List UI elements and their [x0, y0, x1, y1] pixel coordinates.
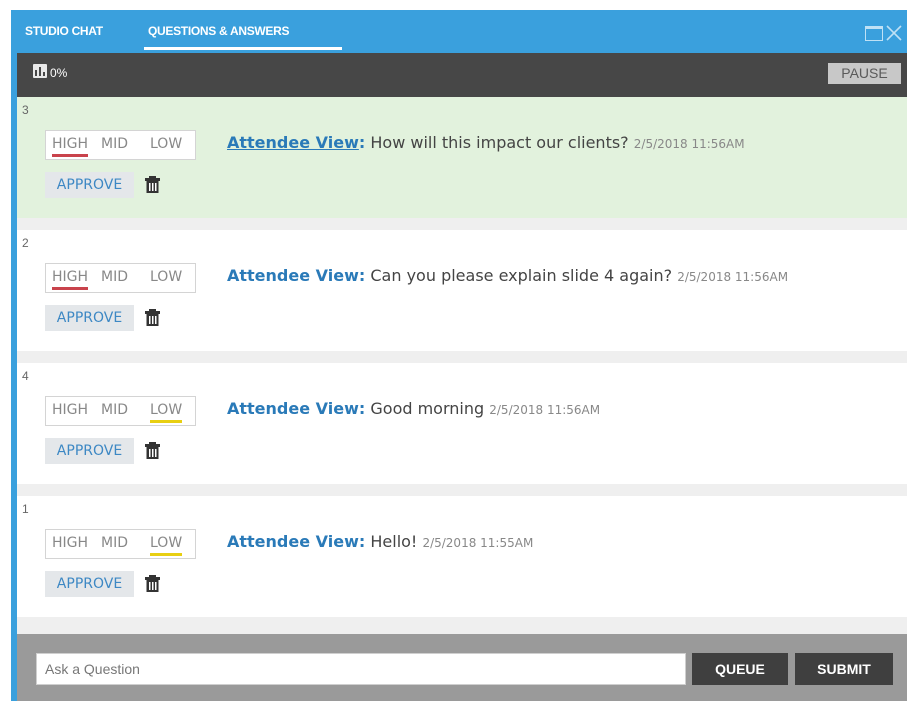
- qa-window: STUDIO CHAT QUESTIONS & ANSWERS 0% PAUSE…: [11, 10, 907, 701]
- tab-bar: STUDIO CHAT QUESTIONS & ANSWERS: [11, 10, 907, 53]
- priority-high-option[interactable]: HIGH: [52, 402, 88, 420]
- approve-button[interactable]: APPROVE: [45, 172, 134, 198]
- question-number: 3: [22, 103, 29, 117]
- tab-questions-answers[interactable]: QUESTIONS & ANSWERS: [148, 24, 290, 38]
- queue-button[interactable]: QUEUE: [692, 653, 788, 685]
- priority-mid-option[interactable]: MID: [101, 535, 128, 553]
- maximize-icon[interactable]: [865, 26, 883, 41]
- approve-button[interactable]: APPROVE: [45, 305, 134, 331]
- tab-studio-chat[interactable]: STUDIO CHAT: [25, 24, 103, 38]
- question-body: How will this impact our clients?: [370, 133, 629, 152]
- question-body: Can you please explain slide 4 again?: [370, 266, 673, 285]
- question-timestamp: 2/5/2018 11:56AM: [489, 403, 601, 417]
- priority-mid-option[interactable]: MID: [101, 269, 128, 287]
- trash-icon[interactable]: [145, 442, 160, 459]
- question-timestamp: 2/5/2018 11:56AM: [677, 270, 789, 284]
- priority-selector: HIGH MID LOW: [45, 529, 196, 559]
- question-text: Attendee View: How will this impact our …: [227, 133, 745, 152]
- question-number: 2: [22, 236, 29, 250]
- question-item: 4 HIGH MID LOW APPROVE Attendee View: Go…: [17, 363, 907, 484]
- window-controls: [843, 24, 903, 44]
- ask-question-input[interactable]: [36, 653, 686, 685]
- question-number: 4: [22, 369, 29, 383]
- priority-low-option[interactable]: LOW: [150, 269, 182, 287]
- priority-high-option[interactable]: HIGH: [52, 535, 88, 553]
- question-list: 3 HIGH MID LOW APPROVE Attendee View: Ho…: [17, 97, 907, 634]
- priority-low-option[interactable]: LOW: [150, 402, 183, 423]
- priority-selector: HIGH MID LOW: [45, 396, 196, 426]
- trash-icon[interactable]: [145, 176, 160, 193]
- question-text: Attendee View: Can you please explain sl…: [227, 266, 789, 285]
- trash-icon[interactable]: [145, 575, 160, 592]
- question-author[interactable]: Attendee View: [227, 133, 359, 152]
- priority-selector: HIGH MID LOW: [45, 263, 196, 293]
- question-author[interactable]: Attendee View: [227, 532, 359, 551]
- priority-high-option[interactable]: HIGH: [52, 136, 89, 157]
- pause-button[interactable]: PAUSE: [828, 63, 901, 84]
- priority-low-option[interactable]: LOW: [150, 535, 183, 556]
- question-body: Hello!: [370, 532, 418, 551]
- question-item: 3 HIGH MID LOW APPROVE Attendee View: Ho…: [17, 97, 907, 218]
- question-number: 1: [22, 502, 29, 516]
- priority-low-option[interactable]: LOW: [150, 136, 182, 154]
- bar-chart-icon: [33, 64, 47, 78]
- trash-icon[interactable]: [145, 309, 160, 326]
- question-author[interactable]: Attendee View: [227, 399, 359, 418]
- question-author[interactable]: Attendee View: [227, 266, 359, 285]
- question-item: 1 HIGH MID LOW APPROVE Attendee View: He…: [17, 496, 907, 617]
- ask-bar: QUEUE SUBMIT: [17, 634, 907, 701]
- approve-button[interactable]: APPROVE: [45, 571, 134, 597]
- qa-toolbar: 0% PAUSE: [17, 53, 907, 97]
- question-timestamp: 2/5/2018 11:55AM: [422, 536, 534, 550]
- priority-mid-option[interactable]: MID: [101, 136, 128, 154]
- priority-selector: HIGH MID LOW: [45, 130, 196, 160]
- question-timestamp: 2/5/2018 11:56AM: [633, 137, 745, 151]
- submit-button[interactable]: SUBMIT: [795, 653, 893, 685]
- question-text: Attendee View: Good morning 2/5/2018 11:…: [227, 399, 601, 418]
- approve-button[interactable]: APPROVE: [45, 438, 134, 464]
- close-icon[interactable]: [885, 24, 903, 42]
- priority-high-option[interactable]: HIGH: [52, 269, 89, 290]
- question-item: 2 HIGH MID LOW APPROVE Attendee View: Ca…: [17, 230, 907, 351]
- priority-mid-option[interactable]: MID: [101, 402, 128, 420]
- progress-percent: 0%: [50, 66, 68, 80]
- question-body: Good morning: [370, 399, 485, 418]
- active-tab-indicator: [144, 47, 342, 50]
- question-text: Attendee View: Hello! 2/5/2018 11:55AM: [227, 532, 534, 551]
